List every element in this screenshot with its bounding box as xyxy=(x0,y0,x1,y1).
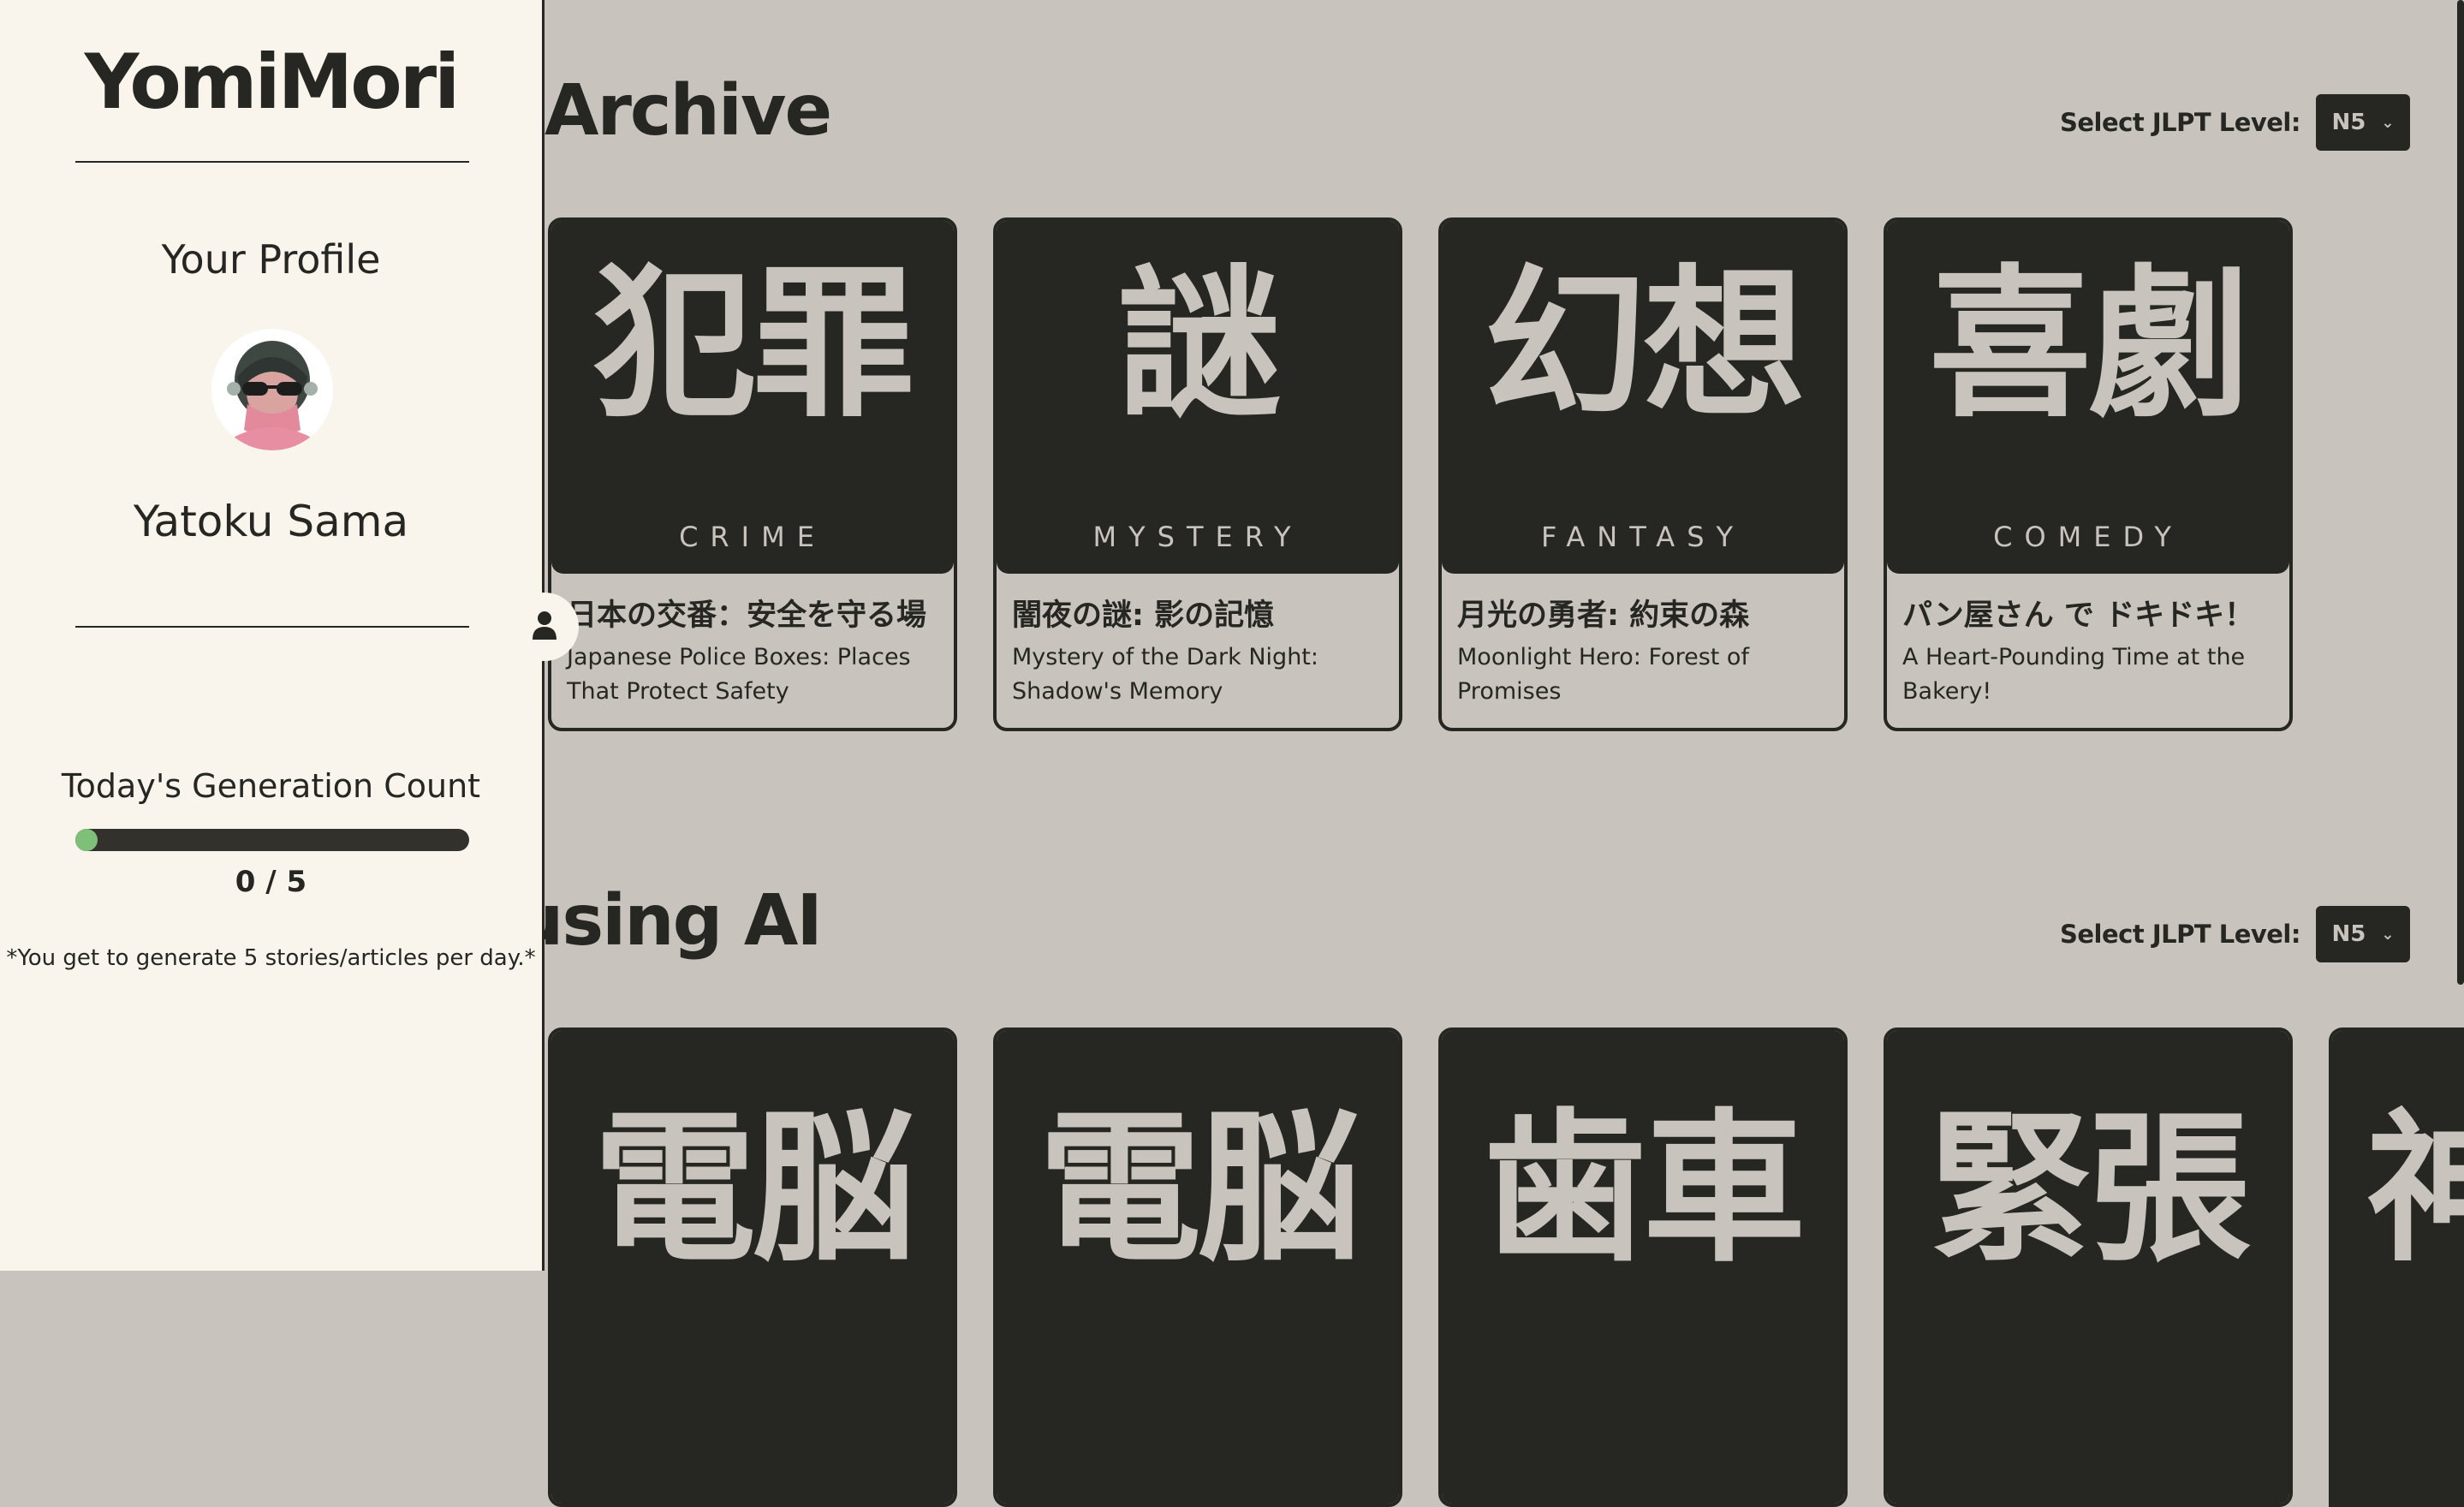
ai-story-card[interactable]: 神 xyxy=(2329,1028,2464,1507)
generation-note: *You get to generate 5 stories/articles … xyxy=(6,945,536,971)
story-card-comedy[interactable]: 喜劇 COMEDY パン屋さん で ドキドキ！ A Heart-Pounding… xyxy=(1884,217,2293,731)
ai-level-selector: Select JLPT Level: N5 ⌄ xyxy=(2060,906,2410,962)
card-kanji: 緊張 xyxy=(1928,1094,2251,1284)
card-kanji: 歯車 xyxy=(1483,1094,1806,1284)
ai-story-card[interactable]: 緊張 xyxy=(1884,1028,2293,1507)
card-kanji: 幻想 xyxy=(1483,250,1806,439)
card-cover: 犯罪 CRIME xyxy=(551,221,954,574)
card-title-en: A Heart-Pounding Time at the Bakery! xyxy=(1902,644,2246,705)
ai-level-value: N5 xyxy=(2331,921,2366,947)
card-cover: 歯車 xyxy=(1442,1031,1844,1504)
card-cover: 喜劇 COMEDY xyxy=(1887,221,2289,574)
card-kanji: 電脳 xyxy=(592,1094,915,1284)
ai-story-card[interactable]: 電脳 xyxy=(548,1028,957,1507)
card-kanji: 犯罪 xyxy=(592,250,915,439)
card-genre: CRIME xyxy=(679,521,826,553)
profile-sidebar: YomiMori Your Profile Yatoku Sama Today'… xyxy=(0,0,545,1271)
card-cover: 幻想 FANTASY xyxy=(1442,221,1844,574)
card-kanji: 謎 xyxy=(1117,250,1281,439)
archive-level-label: Select JLPT Level: xyxy=(2060,108,2300,137)
generation-count: 0 / 5 xyxy=(235,865,307,899)
ai-section-title: using AI xyxy=(514,880,823,962)
card-kanji: 神 xyxy=(2366,1108,2464,1271)
ai-story-card[interactable]: 歯車 xyxy=(1438,1028,1848,1507)
card-kanji: 喜劇 xyxy=(1928,250,2251,439)
card-title-jp: 闇夜の謎: 影の記憶 xyxy=(1012,599,1275,633)
story-card-crime[interactable]: 犯罪 CRIME 日本の交番：安全を守る場 Japanese Police Bo… xyxy=(548,217,957,731)
chevron-down-icon: ⌄ xyxy=(2381,925,2395,944)
card-title-en: Mystery of the Dark Night: Shadow's Memo… xyxy=(1012,644,1318,705)
card-genre: FANTASY xyxy=(1540,521,1746,553)
ai-level-label: Select JLPT Level: xyxy=(2060,920,2300,949)
card-genre: MYSTERY xyxy=(1092,521,1303,553)
generation-progress-fill xyxy=(75,829,98,851)
username: Yatoku Sama xyxy=(133,497,409,546)
card-cover: 電脳 xyxy=(551,1031,954,1504)
card-title-jp: パン屋さん で ドキドキ！ xyxy=(1902,599,2255,633)
card-cover: 神 xyxy=(2332,1031,2464,1504)
card-title-jp: 月光の勇者: 約束の森 xyxy=(1457,599,1750,633)
divider xyxy=(75,161,469,163)
story-card-fantasy[interactable]: 幻想 FANTASY 月光の勇者: 約束の森 Moonlight Hero: F… xyxy=(1438,217,1848,731)
card-title-en: Japanese Police Boxes: Places That Prote… xyxy=(567,644,911,705)
sidebar-toggle-button[interactable] xyxy=(510,593,579,661)
divider xyxy=(75,626,469,628)
person-icon xyxy=(532,611,557,643)
story-card-mystery[interactable]: 謎 MYSTERY 闇夜の謎: 影の記憶 Mystery of the Dark… xyxy=(993,217,1402,731)
card-title-en: Moonlight Hero: Forest of Promises xyxy=(1457,644,1749,705)
generation-progress-bar xyxy=(75,829,469,851)
archive-level-value: N5 xyxy=(2331,110,2366,135)
card-cover: 緊張 xyxy=(1887,1031,2289,1504)
ai-level-dropdown[interactable]: N5 ⌄ xyxy=(2315,906,2410,962)
card-kanji: 電脳 xyxy=(1038,1094,1360,1284)
card-genre: COMEDY xyxy=(1993,521,2183,553)
archive-section-title: Archive xyxy=(545,70,832,152)
archive-level-dropdown[interactable]: N5 ⌄ xyxy=(2315,94,2410,151)
card-cover: 電脳 xyxy=(997,1031,1399,1504)
brand-logo[interactable]: YomiMori xyxy=(0,38,542,126)
card-title-jp: 日本の交番：安全を守る場 xyxy=(567,599,927,633)
generation-count-title: Today's Generation Count xyxy=(61,767,481,805)
card-cover: 謎 MYSTERY xyxy=(997,221,1399,574)
user-avatar-icon[interactable] xyxy=(211,329,333,450)
profile-title: Your Profile xyxy=(161,236,381,283)
archive-level-selector: Select JLPT Level: N5 ⌄ xyxy=(2060,94,2410,151)
chevron-down-icon: ⌄ xyxy=(2381,113,2395,132)
scrollbar-thumb[interactable] xyxy=(2457,0,2464,985)
ai-story-card[interactable]: 電脳 xyxy=(993,1028,1402,1507)
